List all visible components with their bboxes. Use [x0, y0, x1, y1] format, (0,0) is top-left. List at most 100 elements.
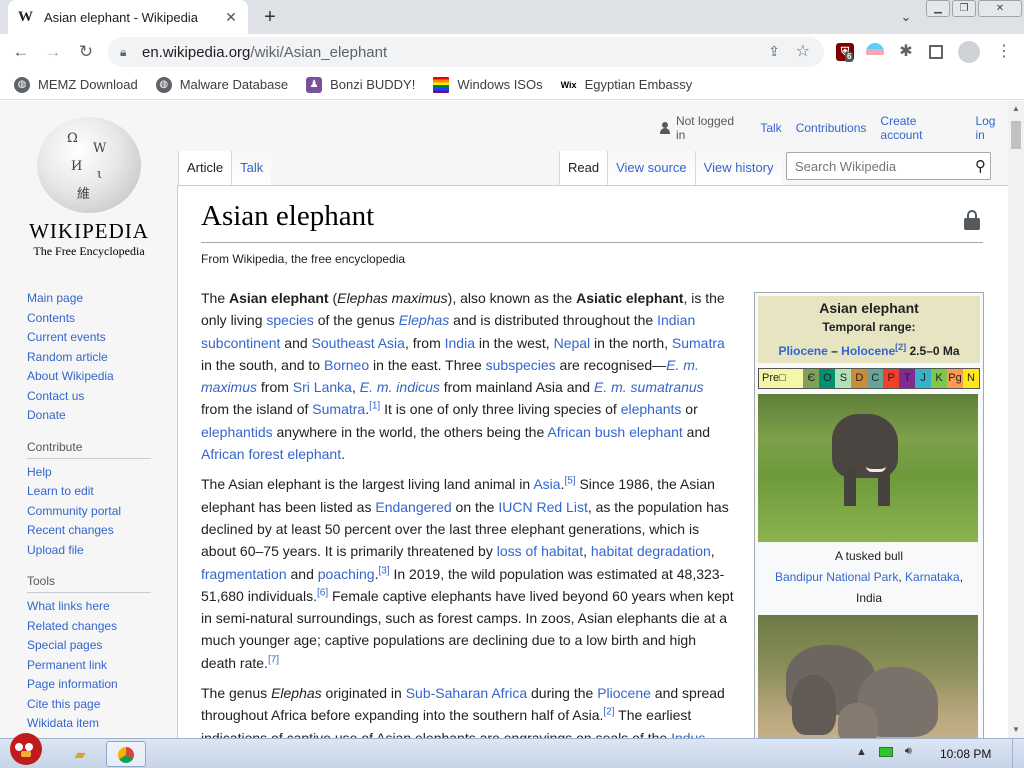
- link-species[interactable]: species: [266, 312, 313, 328]
- ref-5[interactable]: [5]: [564, 476, 575, 487]
- scroll-up-arrow-icon[interactable]: ▲: [1008, 101, 1024, 117]
- link-subspecies[interactable]: subspecies: [486, 357, 556, 373]
- show-hidden-icons-chevron-icon[interactable]: ▲: [856, 746, 867, 758]
- link-iucn-red-list[interactable]: IUCN Red List: [498, 499, 587, 515]
- timescale-period[interactable]: N: [963, 369, 979, 388]
- link-poaching[interactable]: poaching: [318, 566, 375, 582]
- contributions-link[interactable]: Contributions: [796, 121, 867, 135]
- sidebar-item-community-portal[interactable]: Community portal: [27, 502, 167, 522]
- wikipedia-logo[interactable]: Ω W И ι 維 WIKIPEDIA The Free Encyclopedi…: [26, 117, 152, 259]
- timescale-period[interactable]: J: [915, 369, 932, 388]
- sidebar-item-help[interactable]: Help: [27, 463, 167, 483]
- protection-lock-icon[interactable]: [964, 210, 980, 230]
- sidebar-item-cite-this-page[interactable]: Cite this page: [27, 695, 167, 715]
- link-holocene[interactable]: Holocene: [841, 344, 895, 358]
- sidebar-item-current-events[interactable]: Current events: [27, 328, 167, 348]
- timescale-period[interactable]: P: [883, 369, 900, 388]
- timescale-period[interactable]: Pg: [947, 369, 964, 388]
- window-close-button[interactable]: ✕: [978, 0, 1022, 17]
- page-scrollbar[interactable]: ▲ ▼: [1008, 101, 1024, 738]
- sidebar-item-page-information[interactable]: Page information: [27, 675, 167, 695]
- link-asia[interactable]: Asia: [533, 476, 560, 492]
- tab-read[interactable]: Read: [559, 151, 608, 185]
- link-e-m-indicus[interactable]: E. m. indicus: [360, 379, 440, 395]
- log-in-link[interactable]: Log in: [975, 114, 1008, 142]
- link-elephas[interactable]: Elephas: [399, 312, 450, 328]
- create-account-link[interactable]: Create account: [880, 114, 961, 142]
- battery-icon[interactable]: [878, 746, 893, 757]
- back-button[interactable]: ←: [9, 40, 33, 64]
- timescale-period[interactable]: Pre□: [759, 369, 804, 388]
- link-sumatra[interactable]: Sumatra: [672, 335, 725, 351]
- ref-2[interactable]: [2]: [603, 707, 614, 718]
- scroll-down-arrow-icon[interactable]: ▼: [1008, 722, 1024, 738]
- timescale-period[interactable]: C: [867, 369, 884, 388]
- sidebar-item-random-article[interactable]: Random article: [27, 348, 167, 368]
- link-e-m-sumatranus[interactable]: E. m. sumatranus: [594, 379, 704, 395]
- sidebar-item-wikidata-item[interactable]: Wikidata item: [27, 714, 167, 734]
- sidebar-item-about-wikipedia[interactable]: About Wikipedia: [27, 367, 167, 387]
- link-sumatra-2[interactable]: Sumatra: [312, 401, 365, 417]
- chrome-taskbar-button[interactable]: [106, 741, 146, 767]
- timescale-period[interactable]: T: [899, 369, 916, 388]
- profile-avatar[interactable]: [958, 41, 980, 63]
- side-panel-icon[interactable]: [929, 45, 943, 59]
- sidebar-item-special-pages[interactable]: Special pages: [27, 636, 167, 656]
- sidebar-item-recent-changes[interactable]: Recent changes: [27, 521, 167, 541]
- timescale-period[interactable]: Є: [803, 369, 820, 388]
- taskbar-clock[interactable]: 10:08 PM: [940, 747, 991, 761]
- tab-view-source[interactable]: View source: [607, 151, 695, 185]
- wiki-search-box[interactable]: ⚲: [786, 152, 991, 180]
- search-input[interactable]: [795, 158, 971, 174]
- sidebar-item-what-links-here[interactable]: What links here: [27, 597, 167, 617]
- sidebar-item-main-page[interactable]: Main page: [27, 289, 167, 309]
- link-bandipur[interactable]: Bandipur National Park: [775, 570, 898, 584]
- bookmark-star-icon[interactable]: ☆: [796, 41, 810, 61]
- bookmark-bonzi-buddy[interactable]: ♟ Bonzi BUDDY!: [306, 76, 415, 93]
- ref-6[interactable]: [6]: [317, 587, 328, 598]
- timescale-period[interactable]: K: [931, 369, 948, 388]
- extensions-puzzle-icon[interactable]: ✱: [897, 43, 915, 61]
- timescale-period[interactable]: S: [835, 369, 852, 388]
- bookmark-windows-isos[interactable]: Windows ISOs: [433, 76, 543, 93]
- link-southeast-asia[interactable]: Southeast Asia: [312, 335, 405, 351]
- sidebar-item-permanent-link[interactable]: Permanent link: [27, 656, 167, 676]
- pride-flag-extension-icon[interactable]: [866, 43, 884, 61]
- link-fragmentation[interactable]: fragmentation: [201, 566, 287, 582]
- lock-icon[interactable]: 🔒︎: [120, 45, 134, 60]
- link-pliocene-infobox[interactable]: Pliocene: [778, 344, 827, 358]
- link-elephantids[interactable]: elephantids: [201, 424, 273, 440]
- ref-3[interactable]: [3]: [378, 565, 389, 576]
- tusked-bull-photo[interactable]: [758, 394, 978, 542]
- show-desktop-button[interactable]: [1012, 739, 1024, 768]
- sidebar-item-contents[interactable]: Contents: [27, 309, 167, 329]
- tab-search-chevron-icon[interactable]: ⌄: [896, 6, 916, 28]
- link-endangered[interactable]: Endangered: [375, 499, 451, 515]
- link-elephants[interactable]: elephants: [621, 401, 682, 417]
- sidebar-item-contact-us[interactable]: Contact us: [27, 387, 167, 407]
- link-nepal[interactable]: Nepal: [554, 335, 591, 351]
- link-sri-lanka[interactable]: Sri Lanka: [293, 379, 352, 395]
- timescale-period[interactable]: O: [819, 369, 836, 388]
- minimize-button[interactable]: ▁: [926, 0, 950, 17]
- sidebar-item-related-changes[interactable]: Related changes: [27, 617, 167, 637]
- timescale-period[interactable]: D: [851, 369, 868, 388]
- link-borneo[interactable]: Borneo: [324, 357, 369, 373]
- tab-talk[interactable]: Talk: [231, 151, 272, 185]
- link-indus[interactable]: Indus: [671, 730, 705, 738]
- link-african-forest-elephant[interactable]: African forest elephant: [201, 446, 341, 462]
- start-button-angry-bird-icon[interactable]: [4, 731, 46, 768]
- sidebar-item-upload-file[interactable]: Upload file: [27, 541, 167, 561]
- sidebar-item-learn-to-edit[interactable]: Learn to edit: [27, 482, 167, 502]
- browser-menu-icon[interactable]: ⋮: [995, 43, 1013, 61]
- link-african-bush-elephant[interactable]: African bush elephant: [547, 424, 682, 440]
- elephant-family-photo[interactable]: [758, 615, 978, 738]
- tab-view-history[interactable]: View history: [694, 151, 782, 185]
- restore-button[interactable]: ❐: [952, 0, 976, 17]
- ublock-extension-icon[interactable]: ⛨6: [836, 43, 854, 62]
- browser-tab[interactable]: W Asian elephant - Wikipedia ✕: [8, 0, 248, 34]
- scrollbar-thumb[interactable]: [1011, 121, 1021, 149]
- bookmark-memz-download[interactable]: ◍ MEMZ Download: [14, 76, 138, 93]
- url-text[interactable]: en.wikipedia.org/wiki/Asian_elephant: [142, 44, 387, 61]
- link-pliocene[interactable]: Pliocene: [597, 685, 651, 701]
